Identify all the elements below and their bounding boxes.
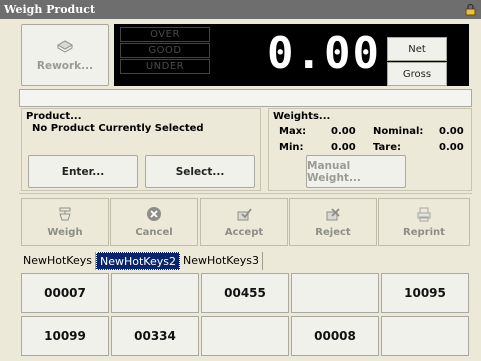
weigh-button[interactable]: Weigh xyxy=(21,198,109,246)
max-label: Max: xyxy=(279,126,307,137)
product-status: No Product Currently Selected xyxy=(32,123,204,134)
hotkey-r1-c2[interactable] xyxy=(111,273,199,313)
rework-label: Rework... xyxy=(36,60,94,72)
hotkey-r1-c4[interactable] xyxy=(291,273,379,313)
scale-icon xyxy=(59,207,71,221)
under-indicator: UNDER xyxy=(120,59,210,74)
reject-button[interactable]: Reject xyxy=(289,198,377,246)
hotkey-r2-c1[interactable]: 10099 xyxy=(21,316,109,356)
divider xyxy=(19,193,472,194)
hotkey-r1-c5[interactable]: 10095 xyxy=(381,273,469,313)
hotkey-r2-c3[interactable] xyxy=(201,316,289,356)
hotkey-r2-c4[interactable]: 00008 xyxy=(291,316,379,356)
reprint-icon xyxy=(417,207,431,222)
gross-button[interactable]: Gross xyxy=(387,62,447,86)
accept-button[interactable]: Accept xyxy=(200,198,288,246)
select-label: Select... xyxy=(175,165,225,178)
weight-readout: 0.00 xyxy=(267,28,381,79)
weigh-label: Weigh xyxy=(47,227,83,238)
weights-header: Weights... xyxy=(273,111,331,122)
max-value: 0.00 xyxy=(331,126,356,137)
hotkey-tabs: NewHotKeys NewHotKeys2 NewHotKeys3 xyxy=(20,252,263,270)
reject-label: Reject xyxy=(315,227,351,238)
cancel-label: Cancel xyxy=(135,227,173,238)
enter-label: Enter... xyxy=(61,165,105,178)
min-value: 0.00 xyxy=(331,142,356,153)
window-title: Weigh Product xyxy=(4,3,96,16)
tab-newhotkeys[interactable]: NewHotKeys xyxy=(20,252,96,270)
title-bar: Weigh Product xyxy=(0,0,481,19)
nominal-label: Nominal: xyxy=(373,126,424,137)
hotkey-r1-c3[interactable]: 00455 xyxy=(201,273,289,313)
rework-button[interactable]: Rework... xyxy=(21,24,109,86)
accept-icon xyxy=(237,208,252,221)
min-label: Min: xyxy=(279,142,304,153)
cancel-icon xyxy=(147,207,161,221)
nominal-value: 0.00 xyxy=(439,126,464,137)
tab-newhotkeys2[interactable]: NewHotKeys2 xyxy=(95,252,180,270)
hotkey-r2-c2[interactable]: 00334 xyxy=(111,316,199,356)
reprint-label: Reprint xyxy=(403,227,445,238)
rework-icon xyxy=(56,40,74,53)
hotkey-r2-c5[interactable] xyxy=(381,316,469,356)
good-indicator: GOOD xyxy=(120,43,210,58)
over-indicator: OVER xyxy=(120,27,210,42)
reprint-button[interactable]: Reprint xyxy=(378,198,470,246)
product-header: Product... xyxy=(26,111,82,122)
net-button[interactable]: Net xyxy=(387,37,447,61)
reject-icon xyxy=(326,208,340,221)
accept-label: Accept xyxy=(224,227,264,238)
cancel-button[interactable]: Cancel xyxy=(110,198,198,246)
tare-label: Tare: xyxy=(373,142,401,153)
tab-newhotkeys3[interactable]: NewHotKeys3 xyxy=(180,252,263,270)
select-button[interactable]: Select... xyxy=(145,155,255,188)
lock-icon[interactable] xyxy=(464,3,477,16)
manual-weight-button[interactable]: Manual Weight... xyxy=(306,155,406,188)
status-bar xyxy=(19,89,472,107)
enter-button[interactable]: Enter... xyxy=(28,155,138,188)
tare-value: 0.00 xyxy=(439,142,464,153)
manual-weight-label: Manual Weight... xyxy=(307,159,361,184)
hotkey-r1-c1[interactable]: 00007 xyxy=(21,273,109,313)
